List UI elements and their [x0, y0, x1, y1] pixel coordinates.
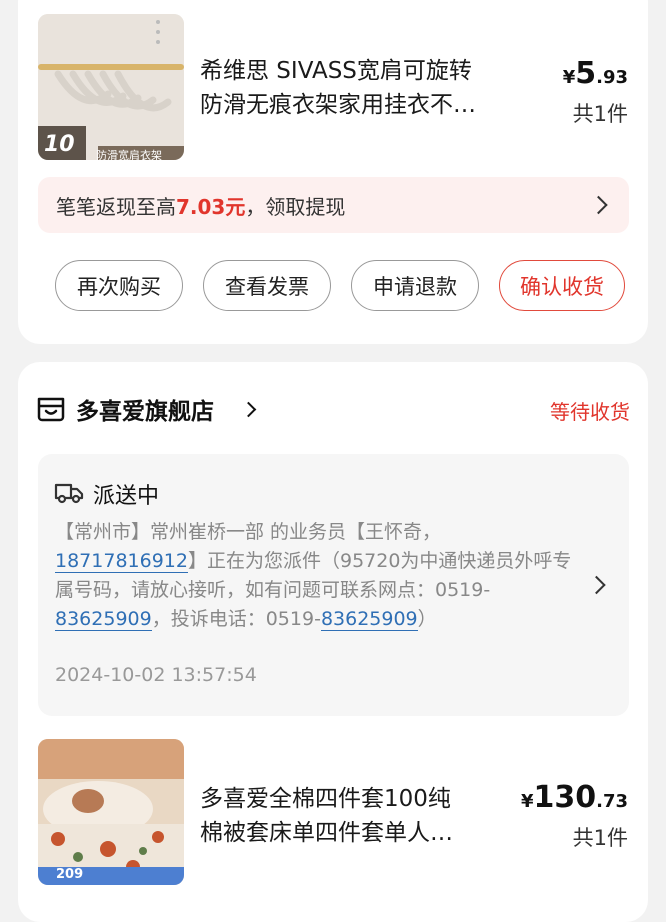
delivery-status-title: 派送中 [93, 484, 160, 509]
product-quantity: 共1件 [572, 826, 628, 850]
thumb-count: 10 [44, 132, 75, 157]
buy-again-button[interactable]: 再次购买 [55, 260, 183, 311]
courier-phone-link[interactable]: 18717816912 [55, 550, 188, 573]
order-status: 等待收货 [550, 400, 630, 424]
shop-name[interactable]: 多喜爱旗舰店 [76, 392, 214, 426]
outlet-phone-link[interactable]: 83625909 [55, 608, 152, 631]
order-card-2: 多喜爱旗舰店 等待收货 派送中 【常州市】常州崔桥一部 的业务员【王怀奇，187… [18, 362, 648, 922]
cashback-banner[interactable]: 笔笔返现至高 7.03元 ，领取提现 [38, 177, 629, 233]
thumb-price: 209 [56, 867, 84, 882]
product-thumbnail-bedding[interactable]: 209 [38, 739, 184, 885]
bedding-image [38, 739, 184, 885]
chevron-right-icon [240, 401, 257, 418]
delivery-message: 【常州市】常州崔桥一部 的业务员【王怀奇，18717816912】正在为您派件（… [55, 521, 572, 631]
chevron-right-icon [587, 575, 606, 595]
product-thumbnail-hanger[interactable]: 10 防滑宽肩衣架 [38, 14, 184, 160]
product-price: ¥130.73 [520, 780, 628, 815]
thumb-tag: 防滑宽肩衣架 [96, 149, 162, 160]
product-title[interactable]: 希维思 SIVASS宽肩可旋转 防滑无痕衣架家用挂衣不… [200, 54, 540, 122]
confirm-receipt-button[interactable]: 确认收货 [499, 260, 625, 311]
complaint-phone-link[interactable]: 83625909 [320, 608, 418, 631]
shop-header[interactable]: 多喜爱旗舰店 等待收货 [36, 390, 630, 430]
order-card-1: 10 防滑宽肩衣架 希维思 SIVASS宽肩可旋转 防滑无痕衣架家用挂衣不… ¥… [18, 0, 648, 344]
cashback-amount: 7.03元 [176, 194, 246, 219]
request-refund-button[interactable]: 申请退款 [351, 260, 479, 311]
product-quantity: 共1件 [572, 102, 628, 126]
chevron-right-icon [589, 195, 608, 215]
delivery-truck-icon [54, 483, 84, 504]
delivery-info[interactable]: 派送中 【常州市】常州崔桥一部 的业务员【王怀奇，18717816912】正在为… [38, 454, 629, 716]
delivery-timestamp: 2024-10-02 13:57:54 [55, 664, 257, 686]
view-invoice-button[interactable]: 查看发票 [203, 260, 331, 311]
product-title[interactable]: 多喜爱全棉四件套100纯 棉被套床单四件套单人… [200, 782, 540, 850]
product-price: ¥5.93 [562, 56, 628, 91]
shop-icon [37, 397, 65, 422]
